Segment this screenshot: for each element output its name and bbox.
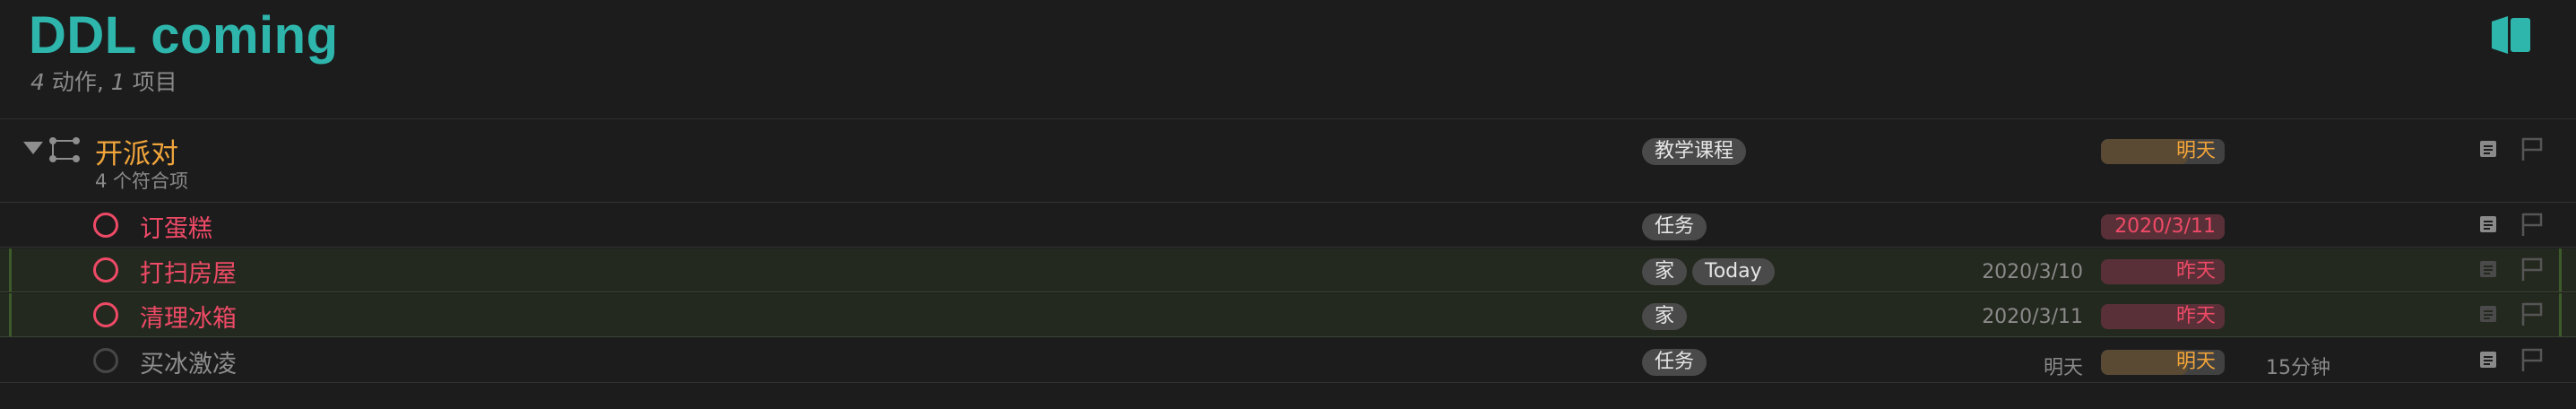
tag-badge[interactable]: 家: [1642, 303, 1688, 330]
task-title[interactable]: 订蛋糕: [140, 209, 212, 244]
row-divider: [0, 336, 2576, 337]
task-row[interactable]: 清理冰箱 家 2020/3/11 昨天: [0, 293, 2576, 337]
defer-date: 2020/3/10: [1982, 261, 2083, 283]
header-divider: [0, 118, 2576, 119]
tag-badge[interactable]: 任务: [1642, 213, 1707, 240]
flag-icon[interactable]: [2520, 136, 2544, 161]
selection-bar: [9, 248, 12, 292]
tag-badge[interactable]: 任务: [1642, 349, 1707, 376]
perspective-header: DDL coming 4 动作, 1 项目: [0, 0, 2576, 118]
note-icon[interactable]: [2479, 351, 2497, 369]
selection-bar: [2559, 248, 2562, 292]
due-date-text: 昨天: [2175, 260, 2216, 283]
disclosure-triangle-icon[interactable]: [23, 142, 43, 154]
task-row[interactable]: 买冰激凌 任务 明天 明天 15分钟: [0, 338, 2576, 383]
selection-bar: [9, 293, 12, 337]
due-date-text: 昨天: [2175, 305, 2216, 327]
row-divider: [0, 382, 2576, 383]
note-icon[interactable]: [2479, 305, 2497, 323]
task-title[interactable]: 打扫房屋: [140, 254, 237, 289]
task-title[interactable]: 买冰激凌: [140, 344, 237, 379]
task-checkbox[interactable]: [93, 257, 118, 283]
projects-count: 1: [110, 69, 125, 95]
project-row[interactable]: 开派对 4 个符合项 教学课程 明天: [0, 120, 2576, 203]
actions-count: 4: [30, 69, 45, 95]
tag-badge[interactable]: 家: [1642, 258, 1688, 285]
task-checkbox[interactable]: [93, 348, 118, 373]
projects-label: 项目: [125, 69, 177, 95]
flag-icon[interactable]: [2520, 212, 2544, 237]
flag-icon[interactable]: [2520, 301, 2544, 326]
defer-date: 2020/3/11: [1982, 306, 2083, 328]
estimated-duration: 15分钟: [2266, 357, 2330, 379]
project-outline-icon: [49, 137, 80, 162]
task-row[interactable]: 打扫房屋 家 Today 2020/3/10 昨天: [0, 248, 2576, 292]
due-date-text: 明天: [2175, 140, 2216, 162]
task-checkbox[interactable]: [93, 302, 118, 327]
due-date-badge: 昨天: [2101, 304, 2225, 329]
task-row[interactable]: 订蛋糕 任务 2020/3/11: [0, 203, 2576, 248]
tag-badge[interactable]: Today: [1692, 258, 1775, 285]
task-title[interactable]: 清理冰箱: [140, 299, 237, 334]
due-date-text: 2020/3/11: [2114, 215, 2216, 238]
task-checkbox[interactable]: [93, 213, 118, 238]
selection-bar: [2559, 293, 2562, 337]
due-date-text: 明天: [2175, 351, 2216, 373]
actions-label: 动作,: [44, 69, 111, 95]
perspective-summary: 4 动作, 1 项目: [30, 65, 177, 97]
defer-date: 明天: [2043, 357, 2083, 379]
sidebar-panel-icon[interactable]: [2488, 14, 2533, 56]
due-date-badge: 明天: [2101, 139, 2225, 164]
project-title[interactable]: 开派对: [95, 131, 178, 171]
due-date-badge: 明天: [2101, 350, 2225, 375]
note-icon[interactable]: [2479, 215, 2497, 233]
perspective-title: DDL coming: [29, 6, 339, 65]
tag-badge[interactable]: 教学课程: [1642, 138, 1747, 165]
project-subtitle: 4 个符合项: [95, 170, 189, 192]
note-icon[interactable]: [2479, 260, 2497, 278]
flag-icon[interactable]: [2520, 257, 2544, 282]
row-divider: [0, 247, 2576, 248]
flag-icon[interactable]: [2520, 347, 2544, 372]
note-icon[interactable]: [2479, 140, 2497, 158]
due-date-badge: 2020/3/11: [2101, 214, 2225, 239]
due-date-badge: 昨天: [2101, 259, 2225, 284]
